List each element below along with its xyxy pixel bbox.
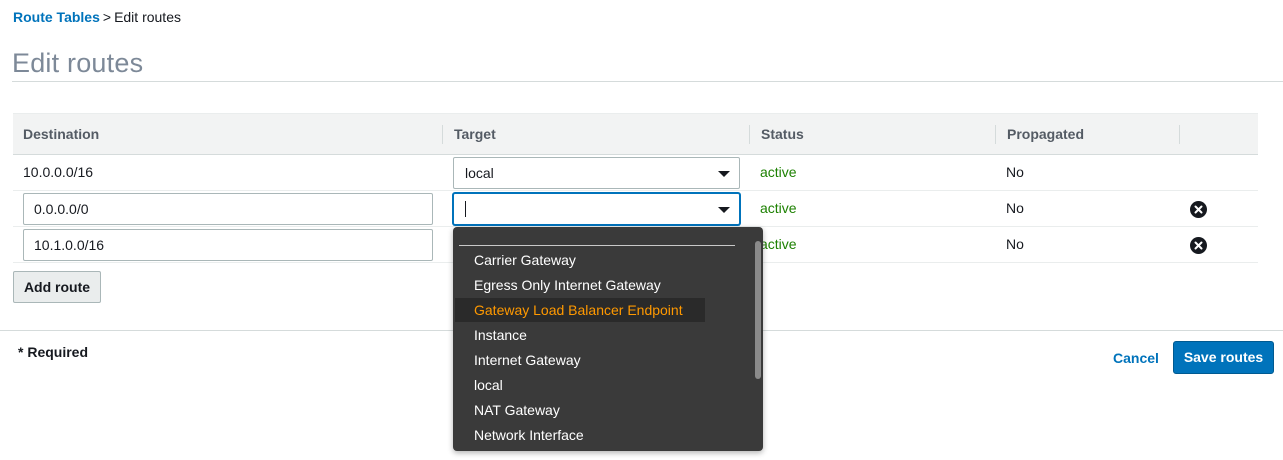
propagated-value: No (1006, 200, 1024, 216)
remove-route-button[interactable] (1190, 201, 1207, 218)
destination-input[interactable]: 10.1.0.0/16 (23, 229, 433, 261)
column-divider (995, 125, 996, 144)
table-row: 0.0.0.0/0 active No (13, 191, 1258, 227)
propagated-value: No (1006, 164, 1024, 180)
status-value: active (760, 164, 797, 180)
remove-route-button[interactable] (1190, 237, 1207, 254)
header-propagated: Propagated (1007, 126, 1085, 142)
chevron-down-icon (718, 171, 730, 177)
status-value: active (760, 200, 797, 216)
dropdown-option[interactable]: NAT Gateway (455, 398, 705, 422)
column-divider (749, 125, 750, 144)
close-circle-icon (1194, 241, 1203, 250)
dropdown-option[interactable]: Internet Gateway (455, 348, 705, 372)
header-target: Target (454, 126, 496, 142)
breadcrumb-link-route-tables[interactable]: Route Tables (13, 9, 100, 25)
column-divider (442, 125, 443, 144)
page-title: Edit routes (12, 48, 144, 78)
target-select-value: local (465, 165, 494, 181)
breadcrumb: Route Tables > Edit routes (13, 9, 181, 25)
dropdown-scrollbar[interactable] (755, 241, 761, 379)
save-routes-button[interactable]: Save routes (1173, 341, 1274, 374)
target-select[interactable] (453, 193, 740, 225)
required-note: * Required (18, 344, 89, 360)
header-destination: Destination (23, 126, 100, 142)
text-cursor (465, 201, 466, 218)
table-row: 10.0.0.0/16 local active No (13, 155, 1258, 191)
header-status: Status (761, 126, 804, 142)
target-select[interactable]: local (453, 157, 740, 189)
dropdown-option-highlighted[interactable]: Gateway Load Balancer Endpoint (455, 298, 705, 322)
destination-input[interactable]: 0.0.0.0/0 (23, 193, 433, 225)
breadcrumb-separator: > (102, 9, 112, 25)
destination-value: 10.0.0.0/16 (23, 164, 94, 180)
dropdown-option[interactable]: Network Interface (455, 423, 705, 447)
column-divider (1179, 125, 1180, 144)
dropdown-option[interactable]: Egress Only Internet Gateway (455, 273, 705, 297)
dropdown-option[interactable]: Carrier Gateway (455, 248, 705, 272)
target-dropdown-menu: Carrier Gateway Egress Only Internet Gat… (453, 227, 763, 451)
close-circle-icon (1194, 205, 1203, 214)
breadcrumb-current: Edit routes (114, 9, 181, 25)
add-route-button[interactable]: Add route (13, 271, 101, 303)
chevron-down-icon (718, 207, 730, 213)
title-divider (12, 81, 1283, 82)
dropdown-option[interactable]: Instance (455, 323, 705, 347)
propagated-value: No (1006, 236, 1024, 252)
dropdown-option[interactable]: local (455, 373, 705, 397)
status-value: active (760, 236, 797, 252)
cancel-button[interactable]: Cancel (1113, 350, 1159, 366)
dropdown-blank-option[interactable] (459, 245, 735, 246)
table-header: Destination Target Status Propagated (13, 113, 1258, 155)
